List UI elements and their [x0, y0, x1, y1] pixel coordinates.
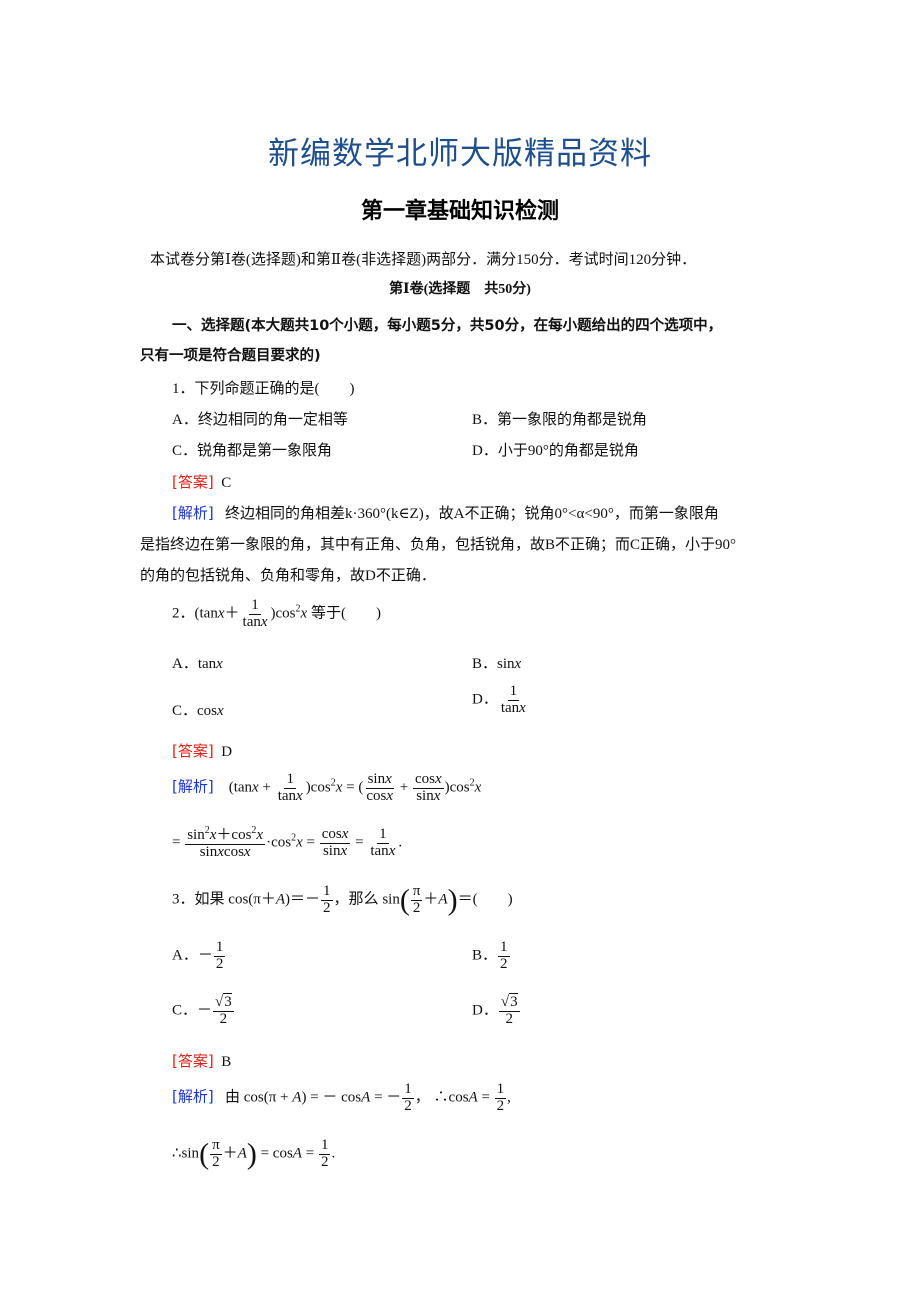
q3-option-c: C．－ √3 2 [172, 993, 234, 1027]
q3-option-b: B． 1 2 [472, 939, 510, 972]
fraction: 1 tanx [242, 597, 268, 630]
question-text-end: ＝( ) [457, 891, 513, 908]
answer-label: [答案] [172, 742, 214, 760]
answer-value: B [221, 1054, 232, 1070]
q3-explanation-line1: [解析] 由 cos(π + A) = － cosA = － 1 2， ∴cosA … [172, 1081, 511, 1114]
q1-explanation-line2: 是指终边在第一象限的角，其中有正角、负角，包括锐角，故B不正确；而C正确，小于9… [140, 537, 737, 553]
q1-explanation-line1: [解析] 终边相同的角相差k·360°(k∈Z)，故A不正确；锐角0°<α<90… [172, 502, 719, 523]
explanation-text: 终边相同的角相差k·360°(k∈Z)，故A不正确；锐角0°<α<90°，而第一… [224, 506, 719, 522]
q1-option-b: B．第一象限的角都是锐角 [472, 412, 648, 428]
q2-answer: [答案] D [172, 740, 232, 761]
question-number: 1． [172, 381, 195, 397]
q3-option-a: A．－ 1 2 [172, 939, 226, 972]
q2-explanation-line1: [解析] (tanx + 1 tanx)cos2x = (sinx cosx + c… [172, 771, 482, 804]
q3-explanation-line2: ∴sin(π 2 ＋A) = cosA = 12. [172, 1137, 336, 1171]
volume-heading: 第Ⅰ卷(选择题 共50分) [389, 282, 531, 297]
answer-value: C [221, 475, 232, 491]
question-number: 3． [172, 891, 195, 908]
q2-option-c: C．cosx [172, 703, 224, 719]
q1-option-a: A．终边相同的角一定相等 [172, 412, 348, 428]
q2-explanation-line2: = sin2x＋cos2x sinxcosx ·cos2x = cosx sinx =… [172, 825, 403, 860]
question-text: 下列命题正确的是( ) [194, 381, 355, 397]
q1-explanation-line3: 的角的包括锐角、负角和零角，故D不正确． [140, 568, 436, 584]
q2-option-a: A．tanx [172, 656, 223, 672]
section-heading-cont: 只有一项是符合题目要求的) [140, 348, 321, 364]
q2-option-b: B．sinx [472, 656, 522, 672]
section-heading: 一、选择题(本大题共10个小题，每小题5分，共50分，在每小题给出的四个选项中， [172, 318, 723, 334]
question-number: 2． [172, 605, 195, 622]
question-1-stem: 1．下列命题正确的是( ) [172, 377, 355, 398]
exam-intro: 本试卷分第Ⅰ卷(选择题)和第Ⅱ卷(非选择题)两部分．满分150分．考试时间120… [150, 252, 697, 268]
explanation-label: [解析] [172, 777, 214, 796]
question-3-stem: 3．如果 cos(π＋A)＝－ 1 2 ，那么 sin(π 2 ＋A)＝( ) [172, 883, 513, 917]
q3-answer: [答案] B [172, 1050, 231, 1071]
answer-label: [答案] [172, 1052, 214, 1070]
question-text: 等于( ) [310, 605, 381, 622]
explanation-label: [解析] [172, 1087, 214, 1106]
explanation-label: [解析] [172, 504, 214, 522]
chapter-title: 第一章基础知识检测 [360, 199, 559, 224]
question-2-stem: 2．(tanx＋ 1 tanx)cos2x 等于( ) [172, 597, 381, 630]
question-text-mid: 那么 [348, 891, 379, 908]
q2-option-d: D． 1 tanx [472, 683, 526, 716]
q1-answer: [答案] C [172, 471, 231, 492]
answer-label: [答案] [172, 473, 214, 491]
q1-option-d: D．小于90°的角都是锐角 [472, 443, 639, 459]
q3-option-d: D． √3 2 [472, 993, 520, 1027]
explanation-text: 由 [224, 1089, 240, 1106]
question-text: 如果 [194, 891, 225, 908]
brand-title: 新编数学北师大版精品资料 [268, 136, 652, 172]
answer-value: D [221, 744, 233, 760]
q1-option-c: C．锐角都是第一象限角 [172, 443, 333, 459]
